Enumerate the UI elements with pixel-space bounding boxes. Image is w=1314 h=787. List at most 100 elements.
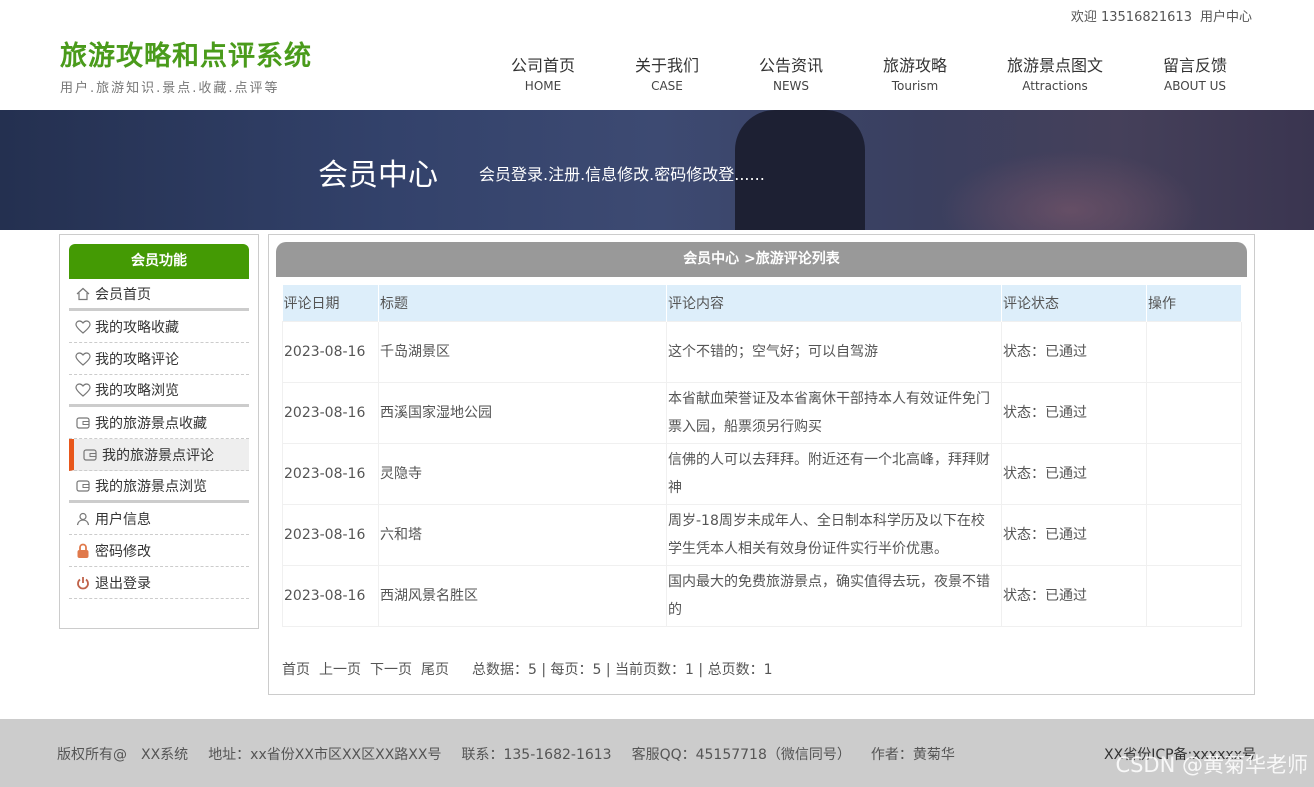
nav-item-home[interactable]: 公司首页 HOME <box>495 52 591 93</box>
column-header-date: 评论日期 <box>282 285 379 321</box>
cell-actions <box>1146 320 1242 383</box>
prev-page-link[interactable]: 上一页 <box>319 659 361 679</box>
sidebar-item-member-home[interactable]: 会员首页 <box>69 279 249 311</box>
user-icon <box>75 511 91 527</box>
sidebar-item-spot-comments[interactable]: 我的旅游景点评论 <box>69 439 249 471</box>
cell-actions <box>1146 442 1242 505</box>
sidebar-item-user-info[interactable]: 用户信息 <box>69 503 249 535</box>
site-title: 旅游攻略和点评系统 <box>60 41 312 72</box>
nav-item-news[interactable]: 公告资讯 NEWS <box>743 52 839 93</box>
cell-title[interactable]: 灵隐寺 <box>378 442 667 505</box>
pagination-stats: 总数据：5 | 每页：5 | 当前页数：1 | 总页数：1 <box>472 662 773 678</box>
main-content: 会员中心 >旅游评论列表 评论日期 标题 评论内容 评论状态 操作 2023-0… <box>268 234 1255 695</box>
banner-description: 会员登录.注册.信息修改.密码修改登...... <box>479 165 765 184</box>
cell-title[interactable]: 千岛湖景区 <box>378 320 667 383</box>
topbar: 欢迎 13516821613 用户中心 <box>1071 6 1252 25</box>
nav-item-feedback[interactable]: 留言反馈 ABOUT US <box>1119 52 1271 93</box>
power-icon <box>75 575 91 591</box>
wallet-icon <box>75 415 91 431</box>
nav-item-attractions[interactable]: 旅游景点图文 Attractions <box>991 52 1119 93</box>
heart-icon <box>75 351 91 367</box>
sidebar-item-guide-history[interactable]: 我的攻略浏览 <box>69 375 249 407</box>
cell-title[interactable]: 西溪国家湿地公园 <box>378 381 667 444</box>
sidebar-item-label: 用户信息 <box>95 511 151 528</box>
footer: 版权所有@ XX系统 地址：xx省份XX市区XX区XX路XX号 联系：135-1… <box>0 719 1314 787</box>
cell-date: 2023-08-16 <box>282 320 379 383</box>
column-header-content: 评论内容 <box>666 285 1002 321</box>
cell-status: 状态：已通过 <box>1001 381 1147 444</box>
nav-sublabel: Attractions <box>1022 79 1088 93</box>
sidebar-item-guide-favorites[interactable]: 我的攻略收藏 <box>69 311 249 343</box>
table-row: 2023-08-16 千岛湖景区 这个不错的；空气好；可以自驾游 状态：已通过 <box>282 320 1242 383</box>
sidebar-title: 会员功能 <box>69 244 249 279</box>
member-sidebar: 会员功能 会员首页 我的攻略收藏 我的攻略评论 我的攻略浏览 我的旅游景点收藏 … <box>59 234 259 629</box>
table-row: 2023-08-16 灵隐寺 信佛的人可以去拜拜。附近还有一个北高峰，拜拜财神 … <box>282 442 1242 505</box>
nav-item-about[interactable]: 关于我们 CASE <box>591 52 743 93</box>
welcome-text: 欢迎 13516821613 <box>1070 10 1192 25</box>
footer-info: 版权所有@ XX系统 地址：xx省份XX市区XX区XX路XX号 联系：135-1… <box>57 744 955 764</box>
user-center-link[interactable]: 用户中心 <box>1200 6 1252 25</box>
cell-actions <box>1146 564 1242 627</box>
sidebar-item-password[interactable]: 密码修改 <box>69 535 249 567</box>
lock-icon <box>75 543 91 559</box>
content-heading: 会员中心 >旅游评论列表 <box>276 242 1247 277</box>
sidebar-item-label: 我的旅游景点浏览 <box>95 478 207 495</box>
nav-label: 留言反馈 <box>1162 56 1227 75</box>
last-page-link[interactable]: 尾页 <box>421 659 449 679</box>
footer-copyright: 版权所有@ XX系统 <box>57 747 189 763</box>
nav-sublabel: Tourism <box>891 79 939 93</box>
sidebar-item-logout[interactable]: 退出登录 <box>69 567 249 599</box>
cell-content: 国内最大的免费旅游景点，确实值得去玩，夜景不错的 <box>666 564 1002 627</box>
watermark: CSDN @黄菊华老师 <box>1115 753 1308 777</box>
column-header-status: 评论状态 <box>1001 285 1147 321</box>
cell-actions <box>1146 503 1242 566</box>
banner-glow <box>940 150 1200 230</box>
cell-actions <box>1146 381 1242 444</box>
sidebar-item-spot-favorites[interactable]: 我的旅游景点收藏 <box>69 407 249 439</box>
nav-label: 公告资讯 <box>758 56 823 75</box>
home-icon <box>75 286 91 302</box>
first-page-link[interactable]: 首页 <box>282 659 310 679</box>
table-row: 2023-08-16 西溪国家湿地公园 本省献血荣誉证及本省离休干部持本人有效证… <box>282 381 1242 444</box>
wallet-icon <box>75 478 91 494</box>
sidebar-item-label: 我的旅游景点收藏 <box>95 415 207 432</box>
nav-item-tourism[interactable]: 旅游攻略 Tourism <box>839 52 991 93</box>
pagination: 首页 上一页 下一页 尾页 总数据：5 | 每页：5 | 当前页数：1 | 总页… <box>282 659 772 679</box>
cell-date: 2023-08-16 <box>282 381 379 444</box>
nav-label: 旅游景点图文 <box>1006 56 1103 75</box>
sidebar-item-label: 会员首页 <box>95 286 151 303</box>
cell-title[interactable]: 西湖风景名胜区 <box>378 564 667 627</box>
cell-status: 状态：已通过 <box>1001 564 1147 627</box>
sidebar-item-label: 退出登录 <box>95 575 151 592</box>
footer-contact: 联系：135-1682-1613 <box>461 747 612 763</box>
table-row: 2023-08-16 六和塔 周岁-18周岁未成年人、全日制本科学历及以下在校学… <box>282 503 1242 566</box>
sidebar-item-label: 我的旅游景点评论 <box>102 447 214 464</box>
cell-date: 2023-08-16 <box>282 564 379 627</box>
table-row: 2023-08-16 西湖风景名胜区 国内最大的免费旅游景点，确实值得去玩，夜景… <box>282 564 1242 627</box>
nav-label: 关于我们 <box>634 56 699 75</box>
cell-content: 这个不错的；空气好；可以自驾游 <box>666 320 1002 383</box>
sidebar-item-spot-history[interactable]: 我的旅游景点浏览 <box>69 471 249 503</box>
next-page-link[interactable]: 下一页 <box>370 659 412 679</box>
table-header-row: 评论日期 标题 评论内容 评论状态 操作 <box>282 285 1242 321</box>
cell-content: 周岁-18周岁未成年人、全日制本科学历及以下在校学生凭本人相关有效身份证件实行半… <box>666 503 1002 566</box>
heart-icon <box>75 382 91 398</box>
site-subtitle: 用户.旅游知识.景点.收藏.点评等 <box>60 81 280 96</box>
cell-date: 2023-08-16 <box>282 503 379 566</box>
nav-sublabel: CASE <box>651 79 683 93</box>
sidebar-item-label: 密码修改 <box>95 543 151 560</box>
banner-title: 会员中心 <box>318 158 438 193</box>
cell-title[interactable]: 六和塔 <box>378 503 667 566</box>
sidebar-item-guide-comments[interactable]: 我的攻略评论 <box>69 343 249 375</box>
logo[interactable]: 旅游攻略和点评系统 用户.旅游知识.景点.收藏.点评等 <box>60 34 312 96</box>
cell-date: 2023-08-16 <box>282 442 379 505</box>
cell-content: 本省献血荣誉证及本省离休干部持本人有效证件免门票入园，船票须另行购买 <box>666 381 1002 444</box>
sidebar-item-label: 我的攻略浏览 <box>95 382 179 399</box>
column-header-actions: 操作 <box>1146 285 1242 321</box>
cell-status: 状态：已通过 <box>1001 320 1147 383</box>
header: 欢迎 13516821613 用户中心 旅游攻略和点评系统 用户.旅游知识.景点… <box>0 0 1314 110</box>
main-nav: 公司首页 HOME 关于我们 CASE 公告资讯 NEWS 旅游攻略 Touri… <box>495 52 1271 93</box>
column-header-title: 标题 <box>378 285 667 321</box>
cell-status: 状态：已通过 <box>1001 503 1147 566</box>
footer-author: 作者：黄菊华 <box>870 747 955 763</box>
